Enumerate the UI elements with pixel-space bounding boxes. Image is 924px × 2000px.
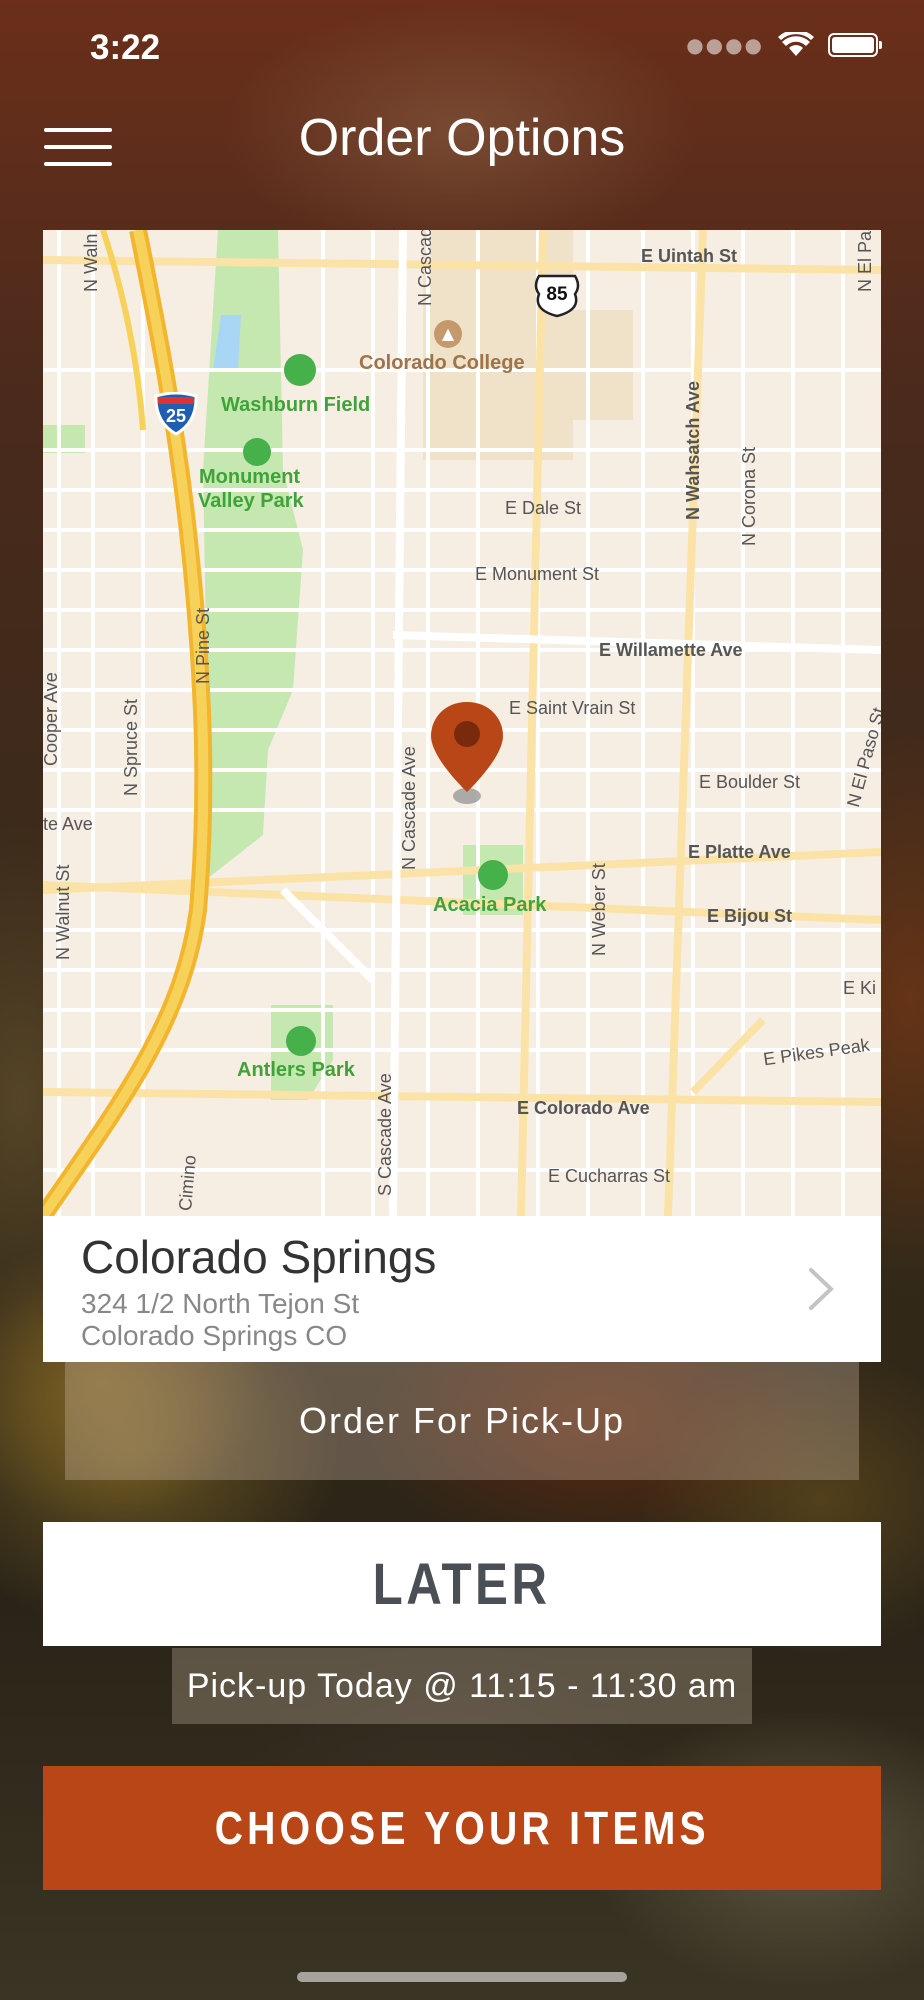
park-icon [286,1026,316,1056]
wifi-icon [778,32,814,56]
pickup-time-label: Pick-up Today @ 11:15 - 11:30 am [172,1648,752,1724]
interstate-25-shield-icon: 25 [153,391,199,436]
interstate-number: 25 [165,406,187,426]
street-label: te Ave [43,814,93,834]
street-label: N Spruce St [121,698,141,796]
street-label: N Waln [81,233,101,292]
street-label: E Uintah St [641,246,738,266]
location-address-line2: Colorado Springs CO [81,1320,348,1351]
street-label: E Saint Vrain St [509,698,636,718]
street-label: E Bijou St [707,906,792,926]
street-label: N Walnut St [53,864,73,960]
us-route-number: 85 [546,284,568,305]
college-icon: ▲ [434,320,462,348]
status-time: 3:22 [90,28,161,67]
location-address-line1: 324 1/2 North Tejon St [81,1288,360,1319]
park-icon [478,860,508,890]
location-pin-icon [431,702,503,804]
street-label: E Ki [843,978,877,998]
map-label-monument-valley-park-2: Valley Park [198,490,304,512]
map-label-antlers-park: Antlers Park [237,1059,355,1081]
location-row[interactable]: Colorado Springs 324 1/2 North Tejon St … [43,1216,881,1362]
street-label: N Weber St [589,863,609,956]
street-label: E Boulder St [699,772,801,792]
park-icon [243,438,271,466]
street-label: E Willamette Ave [599,640,743,660]
street-label: N El Pas [855,230,875,292]
status-icons: ●●●● [686,32,882,58]
chevron-right-icon [809,1268,834,1310]
street-label: E Platte Ave [688,842,791,862]
choose-your-items-button[interactable]: CHOOSE YOUR ITEMS [43,1766,881,1890]
street-label: E Colorado Ave [517,1098,650,1118]
street-label: E Dale St [505,498,582,518]
street-label: S Cascade Ave [375,1073,395,1196]
street-label: Cooper Ave [43,672,61,766]
choose-items-label: CHOOSE YOUR ITEMS [214,1802,710,1854]
street-label: N Cascad [415,230,435,306]
location-name: Colorado Springs [81,1231,437,1283]
map-label-monument-valley-park: Monument [199,466,301,488]
street-label: E Cucharras St [548,1166,671,1186]
order-for-pickup-button[interactable]: Order For Pick-Up [65,1362,859,1480]
signal-dots-icon: ●●●● [686,33,764,57]
map[interactable]: 25 85 ▲ Colorado College Washburn Field … [43,230,881,1216]
later-label: LATER [373,1551,551,1617]
stadium-icon [284,354,316,386]
page-title: Order Options [298,109,626,167]
map-label-acacia-park: Acacia Park [433,894,547,916]
home-indicator [297,1972,627,1982]
battery-icon [828,33,882,57]
street-label: N Corona St [739,446,759,546]
street-label: N Cascade Ave [399,746,419,870]
map-label-colorado-college: Colorado College [359,352,525,374]
map-label-washburn-field: Washburn Field [221,394,371,416]
street-label: N Pine St [193,607,213,684]
street-label: E Monument St [475,564,600,584]
us-route-85-shield-icon: 85 [533,274,581,318]
street-label: N Wahsatch Ave [683,380,703,520]
later-button[interactable]: LATER [43,1522,881,1646]
location-card: 25 85 ▲ Colorado College Washburn Field … [43,230,881,1362]
